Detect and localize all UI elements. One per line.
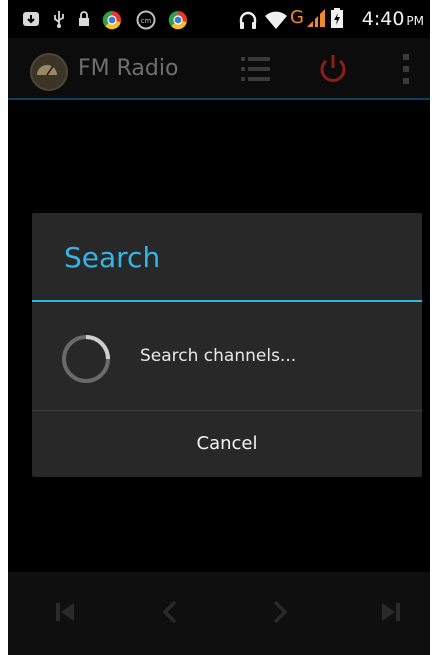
dialog-title-divider	[32, 300, 422, 302]
seek-forward-icon[interactable]	[270, 599, 290, 625]
search-dialog: Search Search channels... Cancel	[32, 213, 422, 477]
chrome-icon	[168, 10, 188, 30]
download-icon	[23, 12, 39, 26]
battery-icon	[331, 8, 343, 28]
svg-text:cm: cm	[141, 17, 152, 25]
status-clock: 4:40 PM	[362, 8, 424, 30]
action-bar: FM Radio	[8, 38, 430, 100]
radio-app-icon[interactable]	[30, 53, 68, 91]
power-icon[interactable]	[315, 51, 351, 87]
skip-previous-icon[interactable]	[54, 599, 76, 625]
cm-icon: cm	[136, 10, 156, 30]
status-bar: cm G 4:40 PM	[8, 0, 430, 38]
network-type-indicator: G	[290, 7, 304, 28]
clock-time: 4:40	[361, 8, 405, 30]
overflow-menu-icon[interactable]	[401, 52, 411, 86]
signal-icon	[307, 9, 325, 27]
cancel-button[interactable]: Cancel	[32, 411, 422, 477]
channel-list-icon[interactable]	[240, 54, 272, 84]
clock-ampm: PM	[406, 14, 424, 28]
dialog-message: Search channels...	[140, 346, 297, 366]
lock-icon	[79, 11, 89, 26]
dialog-title: Search	[64, 241, 161, 274]
playback-controls	[8, 572, 430, 655]
headphones-icon	[239, 11, 257, 29]
progress-spinner-icon	[62, 335, 110, 383]
action-bar-divider	[8, 98, 430, 100]
chrome-icon	[102, 10, 122, 30]
usb-icon	[54, 11, 64, 28]
wifi-icon	[265, 11, 287, 29]
app-title: FM Radio	[78, 56, 179, 81]
seek-back-icon[interactable]	[160, 599, 180, 625]
skip-next-icon[interactable]	[380, 599, 402, 625]
phone-screen: cm G 4:40 PM FM Radio Search Search chan…	[8, 0, 430, 655]
